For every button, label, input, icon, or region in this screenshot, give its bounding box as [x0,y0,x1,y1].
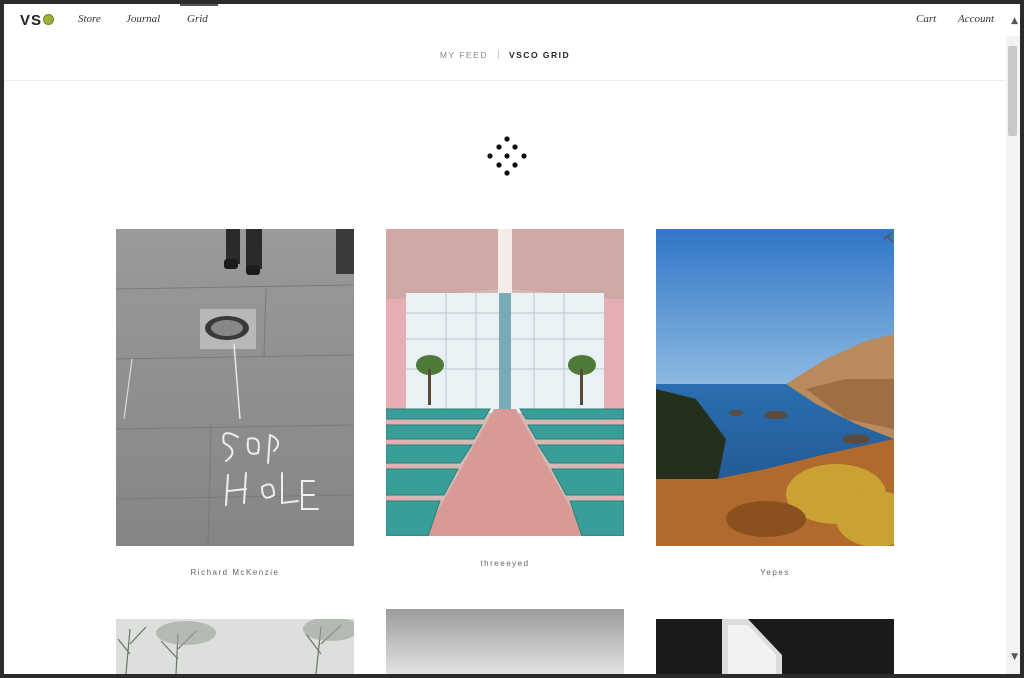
active-nav-indicator [180,4,218,6]
logo-text: VS [20,12,43,29]
photo-dark-architecture[interactable] [656,619,894,674]
photo-chalk-pavement[interactable] [116,229,354,546]
tab-separator [497,50,499,59]
vertical-scrollbar[interactable] [1006,36,1020,674]
photo-grey-gradient[interactable] [386,609,624,674]
browser-viewport: VS Store Journal Grid Cart Account MY FE… [4,4,1020,674]
photo-coastal-cliffs[interactable] [656,229,894,546]
photo-caption-author[interactable]: threeeyed [386,559,624,568]
feed-tabs: MY FEED VSCO GRID [4,50,1006,60]
nav-link-grid[interactable]: Grid [187,13,208,25]
logo-circle-icon [43,14,55,25]
vsco-grid-dots-icon [487,136,527,176]
scroll-up-arrow-icon[interactable]: ▲ [1011,16,1018,26]
header-divider [4,80,1006,81]
tab-vsco-grid[interactable]: VSCO GRID [509,50,570,60]
scroll-down-arrow-icon[interactable]: ▼ [1011,652,1018,662]
nav-link-cart[interactable]: Cart [916,13,936,25]
vsco-logo[interactable]: VS [20,12,55,29]
tab-my-feed[interactable]: MY FEED [440,50,488,60]
top-navigation: VS Store Journal Grid Cart Account [4,4,1004,36]
nav-link-journal[interactable]: Journal [126,13,160,25]
nav-link-account[interactable]: Account [958,13,994,25]
photo-foggy-trees[interactable] [116,619,354,674]
scrollbar-thumb[interactable] [1008,46,1017,136]
photo-caption-author[interactable]: Yepes [656,568,894,577]
photo-caption-author[interactable]: Richard McKenzie [116,568,354,577]
photo-chapel-interior[interactable] [386,229,624,536]
nav-link-store[interactable]: Store [78,13,101,25]
